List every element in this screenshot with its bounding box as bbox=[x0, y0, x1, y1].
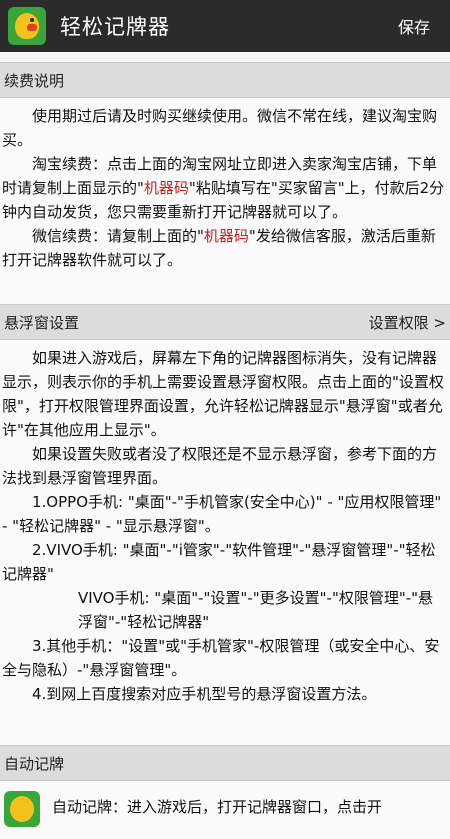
auto-text: 自动记牌：进入游戏后，打开记牌器窗口，点击开 bbox=[52, 798, 383, 816]
floating-header-label: 悬浮窗设置 bbox=[4, 313, 80, 332]
renewal-header: 续费说明 bbox=[0, 62, 450, 98]
machine-code-label: 机器码 bbox=[143, 179, 189, 197]
floating-vivo-2: VIVO手机: "桌面"-"设置"-"更多设置"-"权限管理"-"悬浮窗"-"轻… bbox=[78, 589, 434, 631]
app-bar: 轻松记牌器 保存 bbox=[0, 0, 450, 52]
renewal-p2: 淘宝续费：点击上面的淘宝网址立即进入卖家淘宝店铺，下单时请复制上面显示的"机器码… bbox=[2, 155, 445, 221]
floating-other: 3.其他手机："设置"或"手机管家"-权限管理（或安全中心、安全与隐私）-"悬浮… bbox=[2, 637, 440, 679]
auto-header-label: 自动记牌 bbox=[4, 754, 65, 773]
app-title: 轻松记牌器 bbox=[60, 15, 170, 39]
floating-section: 如果进入游戏后，屏幕左下角的记牌器图标消失，没有记牌器显示，则表示你的手机上需要… bbox=[0, 340, 450, 745]
floating-p2: 如果设置失败或者没了权限还是不显示悬浮窗，参考下面的方法找到悬浮窗管理界面。 bbox=[2, 445, 438, 487]
floating-header: 悬浮窗设置 设置权限 > bbox=[0, 304, 450, 340]
renewal-header-label: 续费说明 bbox=[4, 71, 65, 90]
save-button[interactable]: 保存 bbox=[398, 14, 430, 38]
app-logo-icon bbox=[8, 7, 46, 45]
floating-vivo-1: 2.VIVO手机: "桌面"-"i管家"-"软件管理"-"悬浮窗管理"-"轻松记… bbox=[2, 541, 436, 583]
floating-oppo: 1.OPPO手机: "桌面"-"手机管家(安全中心)" - "应用权限管理" -… bbox=[2, 493, 442, 535]
auto-row: 自动记牌：进入游戏后，打开记牌器窗口，点击开 bbox=[0, 781, 450, 839]
machine-code-label-2: 机器码 bbox=[203, 227, 249, 245]
renewal-p1: 使用期过后请及时购买继续使用。微信不常在线，建议淘宝购买。 bbox=[2, 107, 438, 149]
app-icon bbox=[4, 791, 40, 827]
renewal-section: 使用期过后请及时购买继续使用。微信不常在线，建议淘宝购买。 淘宝续费：点击上面的… bbox=[0, 98, 450, 304]
auto-header: 自动记牌 bbox=[0, 745, 450, 781]
renewal-p3: 微信续费：请复制上面的"机器码"发给微信客服，激活后重新打开记牌器软件就可以了。 bbox=[2, 227, 436, 269]
floating-baidu: 4.到网上百度搜索对应手机型号的悬浮窗设置方法。 bbox=[32, 685, 377, 703]
set-permission-link[interactable]: 设置权限 > bbox=[369, 312, 446, 333]
floating-p1: 如果进入游戏后，屏幕左下角的记牌器图标消失，没有记牌器显示，则表示你的手机上需要… bbox=[2, 349, 444, 439]
